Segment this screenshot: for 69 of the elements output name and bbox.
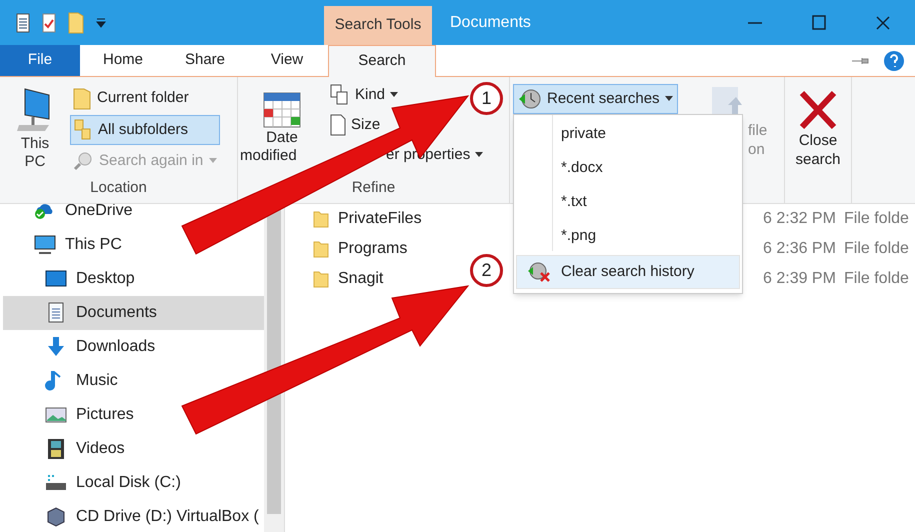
navigation-item[interactable]: Desktop (45, 262, 139, 296)
step-number-badge: 2 (470, 254, 503, 287)
navigation-item[interactable]: Pictures (45, 398, 138, 432)
navigation-item[interactable]: This PC (34, 228, 126, 262)
close-search-button[interactable]: Close search (785, 77, 851, 203)
caret-icon (209, 158, 218, 164)
navigation-item[interactable]: Music (45, 364, 122, 398)
minimize-icon (747, 22, 763, 24)
folder-icon (313, 240, 329, 258)
group-label: Refine (350, 178, 396, 198)
caret-icon (475, 152, 484, 158)
this-pc-button[interactable]: This PC (0, 85, 70, 177)
group-label: Location (89, 178, 148, 198)
file-icon (330, 114, 346, 136)
navigation-item[interactable]: Downloads (45, 330, 160, 364)
file-name[interactable]: PrivateFiles (338, 207, 422, 231)
pin-icon (851, 56, 871, 66)
menu-item[interactable]: *.docx (516, 151, 740, 185)
date-modified: 6 2:36 PM (763, 239, 837, 259)
folder-icon (68, 12, 84, 34)
clock-icon (518, 88, 542, 110)
size-button[interactable]: Size (330, 113, 380, 137)
ribbon-tab[interactable]: Search (328, 45, 436, 77)
file-type: File folde (844, 239, 909, 259)
all-subfolders-button[interactable]: All subfolders (70, 115, 220, 145)
folder-icon (313, 210, 329, 228)
ribbon-tab[interactable]: Share (164, 45, 246, 76)
computer-icon (34, 234, 56, 256)
kind-button[interactable]: Kind (330, 83, 398, 107)
close-icon (875, 14, 891, 30)
menu-item[interactable]: private (516, 117, 740, 151)
caret-icon (664, 96, 673, 102)
navigation-item[interactable]: CD Drive (D:) VirtualBox ( (45, 500, 263, 532)
navigation-item[interactable]: Videos (45, 432, 129, 466)
file-types-icon (330, 84, 350, 106)
file-name[interactable]: Snagit (338, 267, 384, 291)
recent-searches-button[interactable]: Recent searches (513, 84, 678, 114)
cube-icon (45, 506, 67, 528)
date-modified: 6 2:32 PM (763, 209, 837, 229)
window-title: Documents (449, 12, 532, 32)
film-icon (45, 438, 67, 460)
file-name[interactable]: Programs (338, 237, 408, 261)
document-icon (16, 12, 30, 32)
navigation-item[interactable]: Local Disk (C:) (45, 466, 185, 500)
folder-icon (73, 88, 91, 110)
folder-icon (313, 270, 329, 288)
search-icon (73, 151, 93, 171)
clear-history-icon (527, 261, 551, 283)
download-icon (45, 336, 67, 358)
current-folder-button[interactable]: Current folder (70, 85, 220, 112)
checklist-icon (42, 12, 56, 32)
menu-item[interactable]: *.txt (516, 185, 740, 219)
menu-item[interactable]: Clear search history (516, 255, 740, 289)
ribbon-tab[interactable]: Home (82, 45, 164, 76)
ribbon-tab[interactable]: File (0, 45, 80, 76)
close-icon (798, 89, 838, 131)
ribbon-tab[interactable]: View (246, 45, 328, 76)
file-type: File folde (844, 269, 909, 289)
subfolders-icon (74, 119, 92, 141)
context-tab-group-label: Search Tools (324, 6, 432, 45)
file-type: File folde (844, 209, 909, 229)
navigation-item[interactable]: Documents (3, 296, 264, 330)
customize-icon (96, 18, 106, 28)
menu-item[interactable]: *.png (516, 219, 740, 253)
caret-icon (390, 92, 398, 98)
help-icon (883, 50, 905, 72)
maximize-icon (811, 14, 827, 30)
calendar-icon (262, 91, 302, 129)
date-modified: 6 2:39 PM (763, 269, 837, 289)
